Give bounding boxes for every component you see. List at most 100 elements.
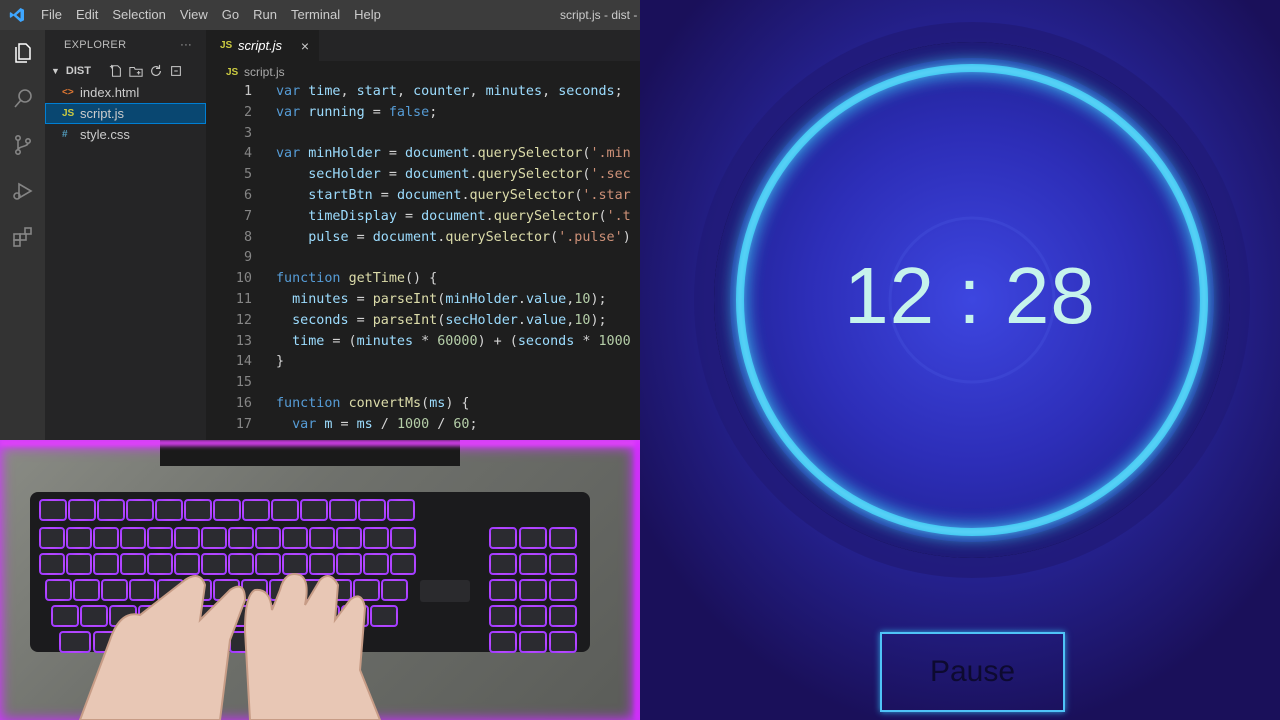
code-line[interactable]: 13 time = (minutes * 60000) + (seconds *…: [206, 332, 640, 353]
keyboard-key: [519, 631, 547, 653]
code-editor[interactable]: 1 var time, start, counter, minutes, seco…: [206, 82, 640, 436]
line-number: 3: [243, 125, 252, 141]
code-line[interactable]: 2 var running = false;: [206, 103, 640, 124]
breadcrumb: JS script.js: [206, 61, 640, 83]
keyboard-key: [80, 605, 108, 627]
line-number: 4: [243, 146, 252, 162]
keyboard-key: [93, 527, 119, 549]
keyboard-key: [68, 499, 96, 521]
new-file-icon[interactable]: [109, 64, 123, 78]
code-text: time = (minutes * 60000) + (seconds * 10…: [292, 333, 631, 349]
code-text: pulse = document.querySelector('.pulse'): [308, 229, 631, 245]
tab-label: script.js: [238, 38, 283, 53]
menu-view[interactable]: View: [173, 0, 215, 30]
code-line[interactable]: 3: [206, 124, 640, 145]
code-line[interactable]: 5 secHolder = document.querySelector('.s…: [206, 165, 640, 186]
code-text: function convertMs(ms) {: [276, 395, 470, 411]
keyboard-key: [129, 579, 156, 601]
line-number: 10: [235, 271, 252, 287]
menu-file[interactable]: File: [34, 0, 69, 30]
line-number: 16: [235, 395, 252, 411]
code-line[interactable]: 15: [206, 373, 640, 394]
close-icon[interactable]: ×: [301, 38, 309, 54]
explorer-icon[interactable]: [0, 30, 45, 76]
keyboard-key: [519, 527, 547, 549]
keyboard-key: [489, 579, 517, 601]
search-icon[interactable]: [0, 76, 45, 122]
folder-dist[interactable]: ▼ DIST: [45, 60, 206, 82]
keyboard-key: [358, 499, 386, 521]
code-text: timeDisplay = document.querySelector('.t: [308, 208, 631, 224]
line-number: 11: [235, 291, 252, 307]
extensions-icon[interactable]: [0, 214, 45, 260]
menu-help[interactable]: Help: [347, 0, 388, 30]
menu-run[interactable]: Run: [246, 0, 284, 30]
keyboard-key: [387, 499, 415, 521]
keyboard-key: [549, 579, 577, 601]
keyboard-key: [549, 553, 577, 575]
code-line[interactable]: 4 var minHolder = document.querySelector(…: [206, 144, 640, 165]
file-item-style-css[interactable]: # style.css: [45, 124, 206, 145]
menu-edit[interactable]: Edit: [69, 0, 105, 30]
keyboard-key: [519, 605, 547, 627]
keyboard-key: [309, 553, 335, 575]
more-actions-icon[interactable]: ···: [180, 39, 192, 51]
keyboard-key: [390, 553, 416, 575]
keyboard-key: [39, 553, 65, 575]
code-line[interactable]: 6 startBtn = document.querySelector('.st…: [206, 186, 640, 207]
collapse-all-icon[interactable]: [169, 64, 183, 78]
file-name: style.css: [80, 127, 130, 142]
keyboard-key: [370, 605, 398, 627]
keyboard-key: [489, 527, 517, 549]
refresh-icon[interactable]: [149, 64, 163, 78]
keyboard-key: [201, 527, 227, 549]
breadcrumb-file[interactable]: script.js: [244, 65, 285, 79]
keyboard-key: [309, 527, 335, 549]
menu-terminal[interactable]: Terminal: [284, 0, 347, 30]
purple-glow-top: [0, 440, 640, 446]
code-line[interactable]: 14}: [206, 352, 640, 373]
tab-script-js[interactable]: JS script.js ×: [206, 30, 319, 61]
keyboard-key: [97, 499, 125, 521]
code-line[interactable]: 7 timeDisplay = document.querySelector('…: [206, 207, 640, 228]
js-icon: JS: [220, 40, 233, 51]
file-item-index-html[interactable]: <> index.html: [45, 82, 206, 103]
code-text: function getTime() {: [276, 271, 438, 287]
run-debug-icon[interactable]: [0, 168, 45, 214]
keyboard-key: [549, 605, 577, 627]
keyboard-key: [336, 553, 362, 575]
keyboard-key: [300, 499, 328, 521]
code-line[interactable]: 10 function getTime() {: [206, 269, 640, 290]
keyboard-key: [120, 527, 146, 549]
keyboard-key: [363, 553, 389, 575]
code-line[interactable]: 17 var m = ms / 1000 / 60;: [206, 415, 640, 436]
code-line[interactable]: 16 function convertMs(ms) {: [206, 394, 640, 415]
keyboard-key: [174, 527, 200, 549]
code-text: var time, start, counter, minutes, secon…: [276, 84, 623, 99]
keyboard-key: [120, 553, 146, 575]
new-folder-icon[interactable]: [129, 64, 143, 78]
line-number: 12: [235, 312, 252, 328]
code-line[interactable]: 9: [206, 248, 640, 269]
line-number: 14: [235, 354, 252, 370]
line-number: 17: [235, 416, 252, 432]
line-number: 1: [243, 84, 252, 99]
source-control-icon[interactable]: [0, 122, 45, 168]
code-line[interactable]: 11 minutes = parseInt(minHolder.value,10…: [206, 290, 640, 311]
js-icon: JS: [62, 108, 75, 119]
vscode-window: File Edit Selection View Go Run Terminal…: [0, 0, 640, 440]
line-number: 15: [235, 375, 252, 391]
explorer-title: EXPLORER: [64, 39, 127, 51]
menu-selection[interactable]: Selection: [105, 0, 172, 30]
keyboard-key: [489, 631, 517, 653]
keyboard-key: [549, 631, 577, 653]
menu-go[interactable]: Go: [215, 0, 246, 30]
file-item-script-js[interactable]: JS script.js: [45, 103, 206, 124]
code-line[interactable]: 8 pulse = document.querySelector('.pulse…: [206, 228, 640, 249]
code-line[interactable]: 12 seconds = parseInt(secHolder.value,10…: [206, 311, 640, 332]
time-display: 12 : 28: [844, 251, 1096, 340]
code-text: var running = false;: [276, 104, 438, 120]
pause-button[interactable]: Pause: [880, 632, 1065, 712]
code-line[interactable]: 1 var time, start, counter, minutes, seco…: [206, 82, 640, 103]
